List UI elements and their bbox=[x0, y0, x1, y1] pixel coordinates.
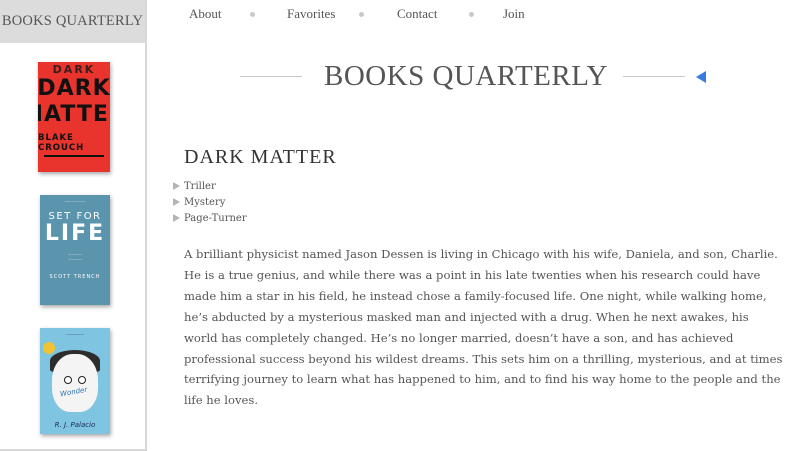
triangle-left-icon[interactable] bbox=[696, 71, 706, 83]
cover-tagline: —————— bbox=[64, 199, 86, 203]
title-rule-left bbox=[240, 76, 302, 77]
nav-join[interactable]: Join bbox=[503, 6, 525, 22]
book-tags: Triller Mystery Page-Turner bbox=[173, 180, 247, 228]
cover-tagline: ————— bbox=[66, 332, 84, 336]
book-cover-wonder[interactable]: ————— Wonder R. J. Palacio bbox=[40, 328, 110, 434]
site-header: BOOKS QUARTERLY bbox=[240, 60, 710, 94]
sidebar: BOOKS QUARTERLY DARK DARK MATTER BLAKE C… bbox=[0, 0, 147, 451]
tag-triller[interactable]: Triller bbox=[173, 180, 247, 196]
cover-author: R. J. Palacio bbox=[54, 421, 96, 429]
cover-title-ghost: DARK bbox=[52, 63, 96, 76]
tag-page-turner[interactable]: Page-Turner bbox=[173, 212, 247, 228]
cover-title-line2: LIFE bbox=[44, 221, 106, 246]
tag-mystery[interactable]: Mystery bbox=[173, 196, 247, 212]
nav-separator-dot bbox=[250, 12, 255, 17]
cover-face-shape bbox=[52, 354, 98, 412]
cover-divider bbox=[44, 155, 104, 157]
book-description: A brilliant physicist named Jason Dessen… bbox=[184, 247, 783, 408]
title-rule-right bbox=[623, 76, 685, 77]
nav-about[interactable]: About bbox=[189, 6, 222, 22]
cover-eye-left bbox=[64, 376, 72, 384]
book-title: DARK MATTER bbox=[184, 146, 337, 168]
top-nav: About Favorites Contact Join bbox=[147, 0, 800, 30]
site-title: BOOKS QUARTERLY bbox=[323, 60, 608, 92]
cover-title-line1: DARK bbox=[38, 76, 110, 101]
award-badge-icon bbox=[43, 342, 55, 354]
cover-author: SCOTT TRENCH bbox=[49, 274, 101, 280]
nav-separator-dot bbox=[469, 12, 474, 17]
sidebar-brand[interactable]: BOOKS QUARTERLY bbox=[0, 0, 145, 43]
cover-subtitle: ———— ———— bbox=[68, 252, 82, 261]
nav-separator-dot bbox=[359, 12, 364, 17]
cover-author: BLAKE CROUCH bbox=[38, 133, 85, 153]
book-cover-dark-matter[interactable]: DARK DARK MATTER BLAKE CROUCH bbox=[38, 62, 110, 172]
nav-favorites[interactable]: Favorites bbox=[287, 6, 335, 22]
nav-contact[interactable]: Contact bbox=[397, 6, 437, 22]
cover-title-line2: MATTER bbox=[38, 102, 110, 127]
cover-eye-right bbox=[78, 376, 86, 384]
book-cover-set-for-life[interactable]: —————— SET FOR LIFE ———— ———— SCOTT TRENC… bbox=[40, 195, 110, 305]
